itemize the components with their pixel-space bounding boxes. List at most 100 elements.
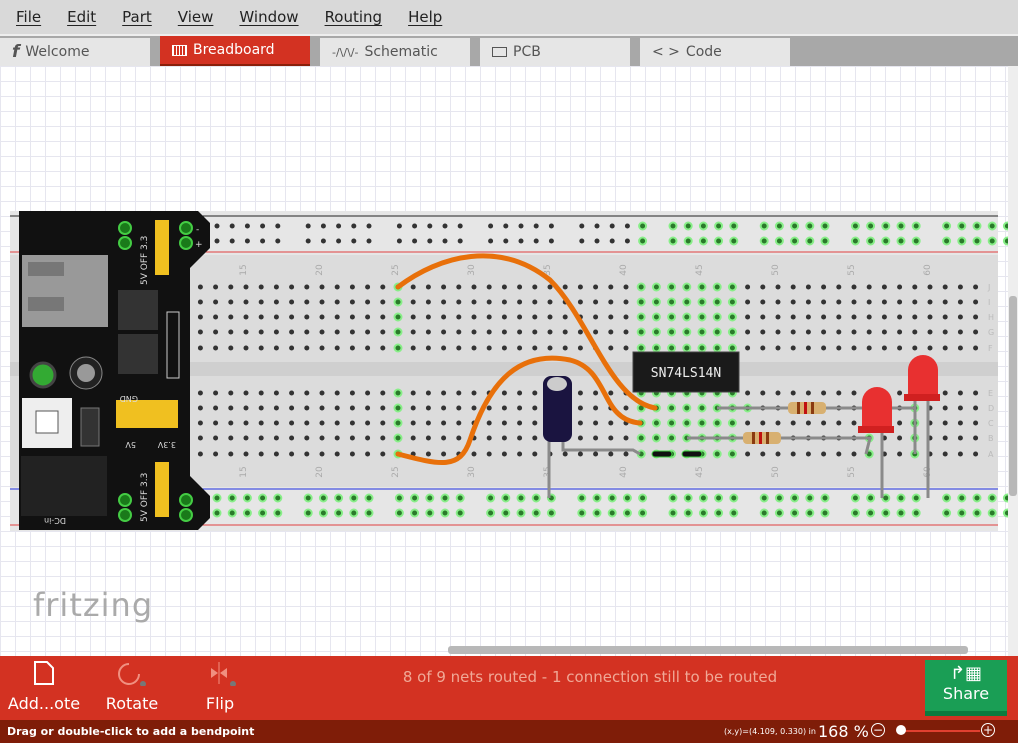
breadboard-hole[interactable]	[410, 345, 416, 351]
breadboard-hole[interactable]	[289, 451, 295, 457]
breadboard-hole[interactable]	[197, 390, 203, 396]
breadboard-hole[interactable]	[351, 238, 357, 244]
breadboard-hole[interactable]	[698, 221, 708, 231]
breadboard-hole[interactable]	[682, 403, 692, 413]
breadboard-hole[interactable]	[957, 221, 967, 231]
breadboard-hole[interactable]	[427, 223, 433, 229]
breadboard-hole[interactable]	[441, 345, 447, 351]
rotate-button[interactable]: Rotate	[100, 660, 164, 713]
breadboard-hole[interactable]	[410, 390, 416, 396]
breadboard-hole[interactable]	[273, 390, 279, 396]
breadboard-hole[interactable]	[396, 223, 402, 229]
ic-chip[interactable]: SN74LS14N	[632, 351, 740, 393]
breadboard-hole[interactable]	[393, 343, 403, 353]
breadboard-hole[interactable]	[320, 238, 326, 244]
breadboard-hole[interactable]	[850, 221, 860, 231]
breadboard-hole[interactable]	[897, 345, 903, 351]
breadboard-hole[interactable]	[532, 435, 538, 441]
breadboard-hole[interactable]	[380, 405, 386, 411]
breadboard-hole[interactable]	[228, 329, 234, 335]
breadboard-hole[interactable]	[608, 345, 614, 351]
breadboard-hole[interactable]	[745, 451, 751, 457]
breadboard-hole[interactable]	[517, 299, 523, 305]
breadboard-hole[interactable]	[790, 221, 800, 231]
breadboard-hole[interactable]	[304, 420, 310, 426]
breadboard-hole[interactable]	[973, 435, 979, 441]
breadboard-hole[interactable]	[896, 236, 906, 246]
breadboard-hole[interactable]	[593, 435, 599, 441]
breadboard-hole[interactable]	[821, 299, 827, 305]
breadboard-hole[interactable]	[488, 223, 494, 229]
breadboard-hole[interactable]	[866, 221, 876, 231]
breadboard-hole[interactable]	[623, 314, 629, 320]
breadboard-hole[interactable]	[349, 345, 355, 351]
tab-pcb[interactable]: PCB	[480, 38, 630, 66]
breadboard-hole[interactable]	[289, 435, 295, 441]
breadboard-hole[interactable]	[638, 493, 648, 503]
breadboard-hole[interactable]	[273, 420, 279, 426]
breadboard-hole[interactable]	[897, 284, 903, 290]
breadboard-hole[interactable]	[289, 284, 295, 290]
breadboard-hole[interactable]	[393, 388, 403, 398]
breadboard-hole[interactable]	[197, 314, 203, 320]
breadboard-hole[interactable]	[517, 435, 523, 441]
breadboard-hole[interactable]	[973, 345, 979, 351]
breadboard-hole[interactable]	[456, 329, 462, 335]
breadboard-hole[interactable]	[334, 493, 344, 503]
breadboard-hole[interactable]	[836, 284, 842, 290]
breadboard-hole[interactable]	[607, 493, 617, 503]
breadboard-hole[interactable]	[942, 299, 948, 305]
breadboard-hole[interactable]	[579, 223, 585, 229]
breadboard-hole[interactable]	[957, 493, 967, 503]
breadboard-hole[interactable]	[790, 345, 796, 351]
breadboard-hole[interactable]	[442, 238, 448, 244]
breadboard-hole[interactable]	[698, 236, 708, 246]
breadboard-hole[interactable]	[636, 327, 646, 337]
breadboard-hole[interactable]	[577, 345, 583, 351]
breadboard-hole[interactable]	[712, 418, 722, 428]
breadboard-hole[interactable]	[410, 284, 416, 290]
breadboard-hole[interactable]	[456, 435, 462, 441]
tab-code[interactable]: < > Code	[640, 38, 790, 66]
breadboard-hole[interactable]	[622, 508, 632, 518]
breadboard-hole[interactable]	[942, 420, 948, 426]
breadboard-hole[interactable]	[501, 314, 507, 320]
breadboard-hole[interactable]	[820, 508, 830, 518]
breadboard-hole[interactable]	[957, 314, 963, 320]
breadboard-hole[interactable]	[334, 405, 340, 411]
breadboard-hole[interactable]	[214, 238, 220, 244]
breadboard-hole[interactable]	[334, 420, 340, 426]
breadboard-hole[interactable]	[365, 314, 371, 320]
breadboard-hole[interactable]	[579, 238, 585, 244]
breadboard-hole[interactable]	[366, 223, 372, 229]
breadboard-hole[interactable]	[593, 329, 599, 335]
breadboard-hole[interactable]	[881, 236, 891, 246]
breadboard-hole[interactable]	[351, 223, 357, 229]
breadboard-hole[interactable]	[517, 284, 523, 290]
breadboard-hole[interactable]	[562, 329, 568, 335]
breadboard-hole[interactable]	[365, 420, 371, 426]
breadboard-hole[interactable]	[896, 221, 906, 231]
breadboard-hole[interactable]	[593, 299, 599, 305]
breadboard-hole[interactable]	[820, 236, 830, 246]
breadboard-hole[interactable]	[304, 390, 310, 396]
breadboard-hole[interactable]	[365, 405, 371, 411]
breadboard-hole[interactable]	[531, 493, 541, 503]
breadboard-hole[interactable]	[319, 420, 325, 426]
breadboard-hole[interactable]	[318, 508, 328, 518]
breadboard-hole[interactable]	[973, 329, 979, 335]
breadboard-hole[interactable]	[393, 403, 403, 413]
breadboard-hole[interactable]	[745, 314, 751, 320]
breadboard-hole[interactable]	[972, 236, 982, 246]
breadboard-hole[interactable]	[486, 345, 492, 351]
breadboard-hole[interactable]	[973, 314, 979, 320]
breadboard-hole[interactable]	[942, 314, 948, 320]
breadboard-hole[interactable]	[790, 420, 796, 426]
breadboard-hole[interactable]	[258, 405, 264, 411]
breadboard-hole[interactable]	[821, 451, 827, 457]
breadboard-hole[interactable]	[667, 282, 677, 292]
breadboard-hole[interactable]	[349, 390, 355, 396]
breadboard-hole[interactable]	[304, 284, 310, 290]
breadboard-hole[interactable]	[957, 329, 963, 335]
breadboard-hole[interactable]	[622, 493, 632, 503]
